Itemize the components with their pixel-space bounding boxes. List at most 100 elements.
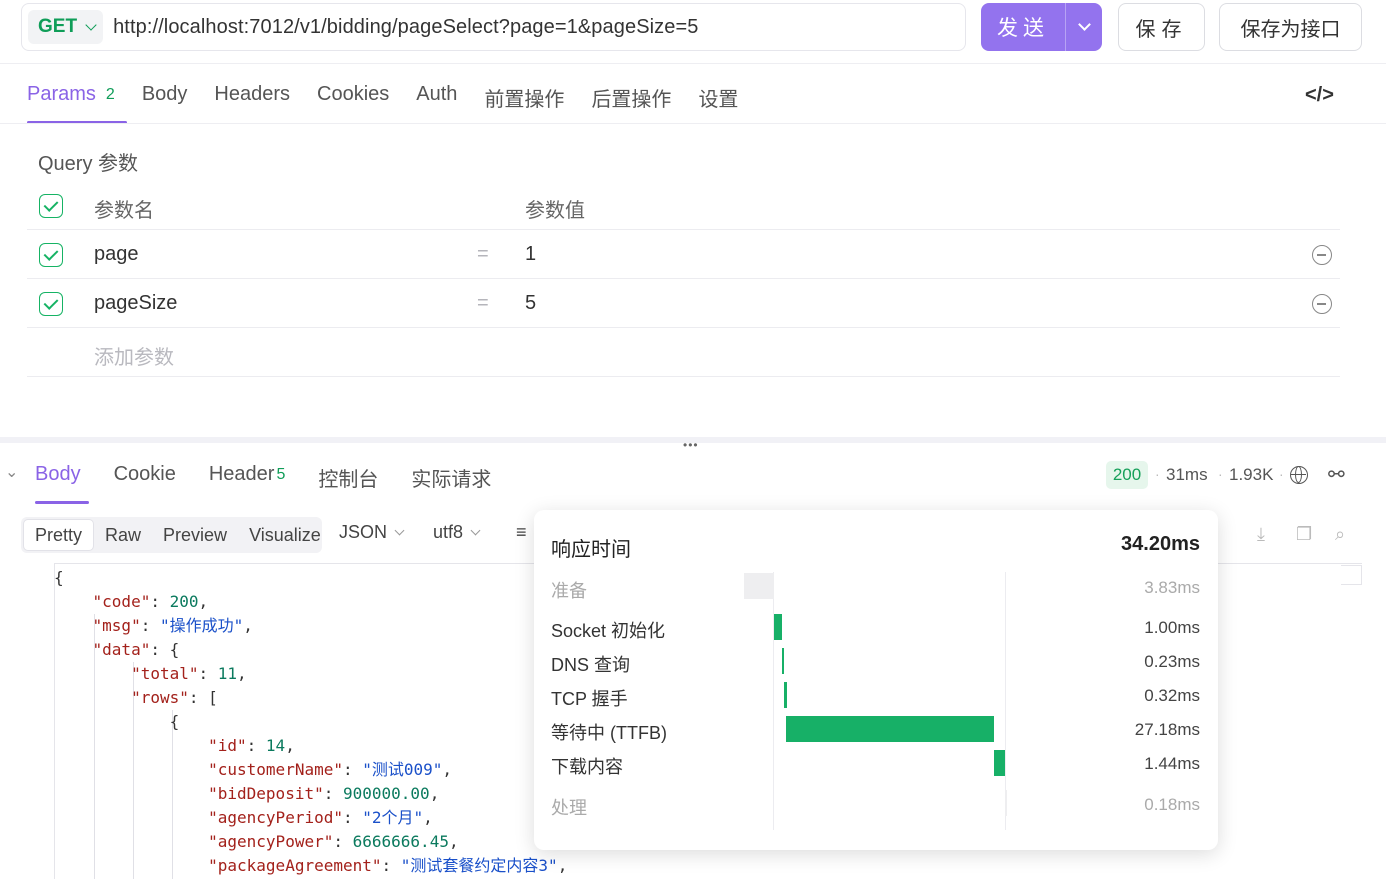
chevron-down-icon [1077,18,1091,31]
tab-response-body[interactable]: Body [35,460,89,504]
timeline-start-line [773,572,774,830]
param-row: page = 1 [27,230,1340,279]
tab-auth[interactable]: Auth [416,80,457,124]
param-checkbox[interactable] [39,292,63,316]
json-key: "packageAgreement" [208,856,382,875]
phase-value: 1.00ms [1144,618,1200,637]
json-value: 6666666.45 [352,832,449,851]
param-value-input[interactable]: 1 [525,243,536,266]
response-size[interactable]: 1.93K [1229,465,1273,485]
json-value: "测试009" [362,760,443,779]
send-button[interactable]: 发送 [981,3,1065,51]
json-key: "agencyPower" [208,832,334,851]
phase-label: 等待中 (TTFB) [551,723,667,743]
tab-cookies[interactable]: Cookies [317,80,389,124]
json-key: "msg" [92,616,141,635]
param-checkbox[interactable] [39,243,63,267]
wrap-lines-icon[interactable]: ≡ [516,522,527,543]
param-name-input[interactable]: page [94,243,139,266]
equals-sign: = [477,243,489,265]
header-count-badge: 5 [276,466,286,483]
phase-label: 准备 [551,581,587,601]
phase-label: 下载内容 [551,757,623,777]
remove-param-icon[interactable] [1312,294,1332,314]
param-name-header: 参数名 [94,200,154,222]
remove-param-icon[interactable] [1312,245,1332,265]
tab-response-header[interactable]: Header 5 [209,460,286,504]
copy-icon[interactable]: ❐ [1296,524,1312,545]
collapse-icon[interactable]: ⌄ [5,462,18,482]
tab-label: Cookie [113,463,176,485]
code-icon[interactable]: </> [1305,84,1334,107]
mode-raw[interactable]: Raw [94,519,152,551]
phase-label: Socket 初始化 [551,621,666,641]
drag-handle-icon[interactable]: ••• [683,438,699,452]
tab-actual-request[interactable]: 实际请求 [411,460,491,504]
phase-bar-tcp [784,682,787,708]
url-bar: GET http://localhost:7012/v1/bidding/pag… [21,3,966,51]
divider [0,123,1386,124]
json-key: "data" [92,640,151,659]
json-key: "code" [92,592,151,611]
send-button-group: 发送 [981,3,1102,51]
tab-headers[interactable]: Headers [214,80,290,124]
globe-icon[interactable] [1290,466,1308,484]
tab-pre-operation[interactable]: 前置操作 [484,80,564,124]
format-type-select[interactable]: JSON [339,522,405,543]
tab-label: 前置操作 [484,89,565,111]
mode-preview[interactable]: Preview [152,519,238,551]
tab-post-operation[interactable]: 后置操作 [591,80,671,124]
separator: · [1279,466,1284,482]
save-button[interactable]: 保存 [1118,3,1205,51]
json-value: "操作成功" [159,616,244,635]
popover-title: 响应时间 [551,539,631,561]
tab-label: Params [27,83,96,105]
tab-body[interactable]: Body [142,80,188,124]
method-select[interactable]: GET [28,10,104,44]
tab-label: Auth [416,83,458,105]
tab-response-cookie[interactable]: Cookie [114,460,176,504]
separator: · [1155,466,1160,482]
url-input[interactable]: http://localhost:7012/v1/bidding/pageSel… [113,16,698,39]
save-as-api-button[interactable]: 保存为接口 [1219,3,1362,51]
tab-label: 实际请求 [411,469,492,491]
json-value: 14 [265,736,286,755]
tab-params[interactable]: Params 2 [27,80,127,124]
phase-value: 1.44ms [1144,754,1200,773]
encoding-label: utf8 [433,522,464,542]
add-param-input[interactable]: 添加参数 [94,341,174,370]
encoding-select[interactable]: utf8 [433,522,481,543]
phase-bar-prepare [744,573,774,599]
share-icon[interactable]: ⚯ [1328,462,1345,487]
json-code: { "code": 200, "msg": "操作成功", "data": { … [54,568,568,875]
response-time-popover: 响应时间 34.20ms 准备 3.83ms Socket 初始化 1.00ms… [534,510,1218,850]
json-value: "测试套餐约定内容3" [400,856,558,875]
search-icon[interactable]: ⌕ [1335,524,1345,545]
mode-visualize[interactable]: Visualize [238,519,332,551]
tab-label: Body [141,83,188,105]
request-tabs: Params 2 Body Headers Cookies Auth 前置操作 后… [27,80,765,124]
tab-console[interactable]: 控制台 [318,460,378,504]
tab-label: 控制台 [318,469,379,491]
view-mode-switch: Pretty Raw Preview Visualize [21,517,322,553]
tab-label: 后置操作 [591,89,672,111]
phase-bar-process [1005,790,1007,816]
param-value-input[interactable]: 5 [525,292,536,315]
tab-label: Header [208,463,275,485]
json-value: 200 [169,592,199,611]
select-all-checkbox[interactable] [39,194,63,218]
tab-settings[interactable]: 设置 [698,80,738,124]
chevron-down-icon [470,525,481,536]
tab-label: Cookies [317,83,390,105]
json-value: 900000.00 [342,784,430,803]
param-name-input[interactable]: pageSize [94,292,177,315]
response-time[interactable]: 31ms [1166,465,1208,485]
mode-pretty[interactable]: Pretty [23,519,95,551]
phase-value: 0.18ms [1144,795,1200,814]
status-badge: 200 [1106,461,1148,489]
phase-bar-ttfb [786,716,994,742]
send-dropdown-button[interactable] [1065,3,1102,51]
download-icon[interactable]: ⤓ [1257,524,1265,545]
json-value: "2个月" [362,808,424,827]
viewer-scrollbar[interactable] [1341,565,1362,585]
